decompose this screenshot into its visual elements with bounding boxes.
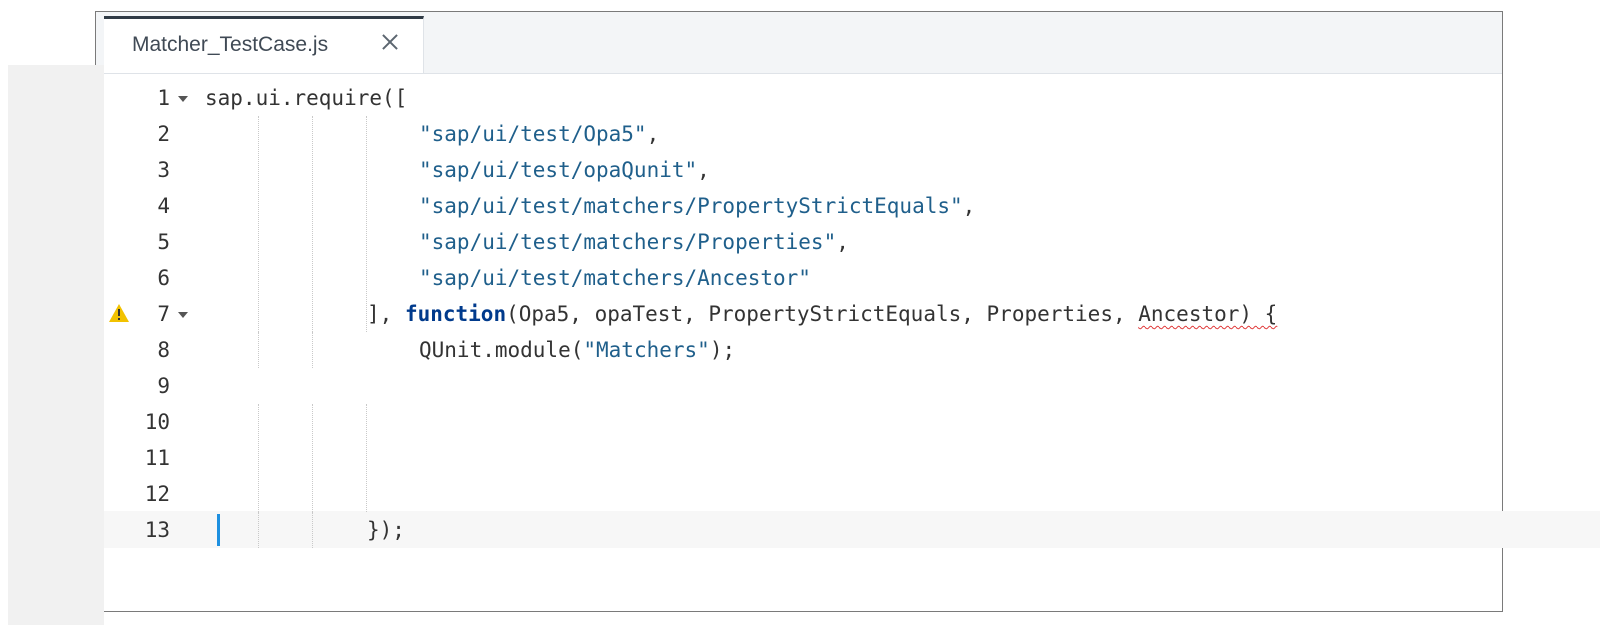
code-token: (Opa5, opaTest, PropertyStrictEquals, Pr…	[506, 302, 1139, 326]
keyword-token: function	[404, 302, 507, 326]
line-number: 8	[157, 338, 170, 362]
code-token: ,	[962, 194, 976, 218]
line-number: 10	[144, 410, 170, 434]
string-token: "sap/ui/test/matchers/PropertyStrictEqua…	[419, 194, 963, 218]
string-token: "sap/ui/test/opaQunit"	[419, 158, 698, 182]
code-token: });	[367, 518, 405, 542]
code-token: ,	[697, 158, 710, 182]
code-line: "sap/ui/test/matchers/Properties",	[419, 224, 849, 261]
indent-guide	[312, 332, 313, 368]
fold-arrow-icon[interactable]	[178, 296, 188, 333]
line-number: 12	[144, 482, 170, 506]
string-token: "sap/ui/test/matchers/Ancestor"	[419, 266, 811, 290]
indent-guide	[366, 404, 367, 512]
indent-guide	[258, 512, 259, 548]
error-token: Ancestor) {	[1138, 302, 1278, 326]
indent-guide	[312, 512, 313, 548]
line-number: 5	[157, 230, 170, 254]
current-line-highlight	[104, 511, 1600, 548]
code-token: ,	[646, 122, 660, 146]
code-line: "sap/ui/test/opaQunit",	[419, 152, 710, 189]
code-token: ],	[367, 302, 405, 326]
indent-guide	[258, 332, 259, 368]
line-number: 9	[157, 374, 170, 398]
code-line: });	[367, 512, 405, 549]
tab-title: Matcher_TestCase.js	[132, 33, 329, 56]
line-number-gutter	[8, 65, 104, 625]
line-number: 3	[157, 158, 170, 182]
indent-guide	[366, 116, 367, 332]
close-icon[interactable]	[378, 30, 402, 54]
indent-guide	[258, 404, 259, 512]
code-token: ,	[836, 230, 849, 254]
code-line: "sap/ui/test/Opa5",	[419, 116, 659, 153]
text-cursor	[217, 514, 220, 546]
line-number: 2	[157, 122, 170, 146]
fold-arrow-icon[interactable]	[178, 80, 188, 117]
code-line: "sap/ui/test/matchers/PropertyStrictEqua…	[419, 188, 975, 225]
line-number: 13	[144, 518, 170, 542]
code-line: ], function(Opa5, opaTest, PropertyStric…	[367, 296, 1277, 333]
code-line: sap.ui.require([	[205, 80, 407, 117]
warning-icon[interactable]	[108, 296, 134, 333]
code-line: "sap/ui/test/matchers/Ancestor"	[419, 260, 811, 297]
string-token: "Matchers"	[583, 338, 710, 362]
line-number: 1	[157, 86, 170, 110]
code-token: );	[709, 338, 736, 362]
line-number: 6	[157, 266, 170, 290]
code-line: QUnit.module("Matchers");	[419, 332, 735, 369]
code-token: sap.ui.require([	[205, 86, 408, 110]
line-number: 11	[144, 446, 170, 470]
indent-guide	[312, 116, 313, 332]
line-number: 4	[157, 194, 170, 218]
indent-guide	[312, 404, 313, 512]
string-token: "sap/ui/test/matchers/Properties"	[419, 230, 837, 254]
indent-guide	[258, 116, 259, 332]
tab-matcher-testcase[interactable]: Matcher_TestCase.js	[104, 16, 424, 73]
string-token: "sap/ui/test/Opa5"	[419, 122, 647, 146]
tab-bar: Matcher_TestCase.js	[96, 12, 1502, 74]
code-token: QUnit.module(	[419, 338, 584, 362]
